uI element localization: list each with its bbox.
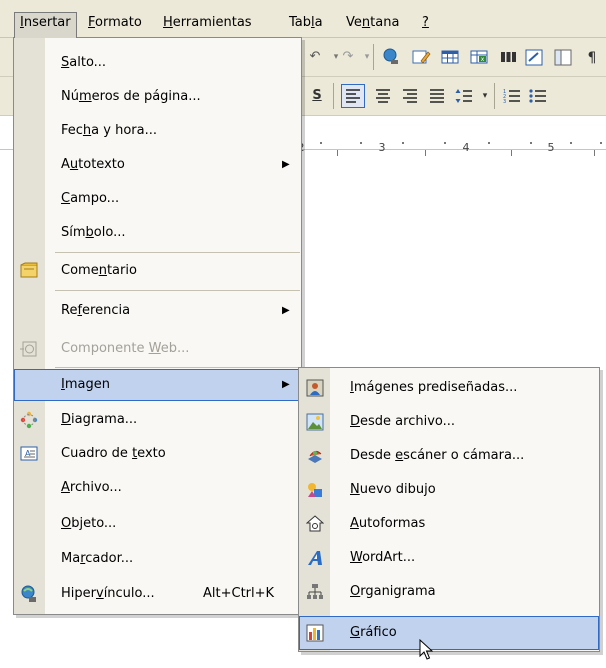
menu-item-simbolo[interactable]: Símbolo... [14,217,301,249]
menu-item-comentario[interactable]: Comentario [14,255,301,287]
scanner-camera-icon [306,447,324,465]
wordart-icon [306,549,324,567]
drawing-icon[interactable] [524,47,544,67]
menu-item-hipervinculo[interactable]: Hipervínculo... Alt+Ctrl+K [14,578,301,610]
menu-tabla[interactable]: Tabla [284,12,328,33]
ruler-label: 4 [462,141,470,154]
ruler-label: 5 [547,141,555,154]
menu-item-fecha-y-hora[interactable]: Fecha y hora... [14,115,301,147]
insert-excel-icon[interactable]: x [469,47,489,67]
submenu-item-desde-archivo[interactable]: Desde archivo... [299,405,599,439]
comment-icon [20,262,38,280]
show-hide-icon[interactable]: ¶ [582,47,602,67]
insert-menu: Salto... Números de página... Fecha y ho… [13,37,302,615]
clipart-icon [306,379,324,397]
menu-item-campo[interactable]: Campo... [14,183,301,215]
document-map-icon[interactable] [553,47,573,67]
submenu-item-desde-escaner[interactable]: Desde escáner o cámara... [299,439,599,473]
submenu-arrow-icon: ▶ [282,159,290,170]
menu-item-diagrama[interactable]: Diagrama... [14,404,301,436]
menu-formato[interactable]: Formato [83,12,147,33]
hyperlink-toolbar-icon[interactable] [382,47,402,67]
hyperlink-icon [20,585,38,603]
autoshapes-icon [305,515,325,533]
menu-item-archivo[interactable]: Archivo... [14,472,301,504]
redo-dropdown-icon[interactable]: ▾ [357,47,377,67]
menu-ventana[interactable]: Ventana [341,12,404,33]
diagram-icon [20,411,38,429]
mouse-pointer-icon [419,638,434,661]
picture-file-icon [306,413,324,431]
menu-insertar[interactable]: Insertar [14,12,77,38]
numbering-icon[interactable]: 123 [502,86,522,106]
web-component-icon [20,340,38,358]
menu-item-objeto[interactable]: Objeto... [14,508,301,540]
submenu-item-nuevo-dibujo[interactable]: Nuevo dibujo [299,473,599,507]
menu-herramientas[interactable]: Herramientas [158,12,257,33]
svg-text:x: x [481,56,485,63]
menu-item-imagen[interactable]: Imagen ▶ [14,369,301,401]
underline-button[interactable]: S [307,86,327,106]
line-spacing-dropdown-icon[interactable]: ▾ [475,86,495,106]
justify-button[interactable] [427,86,447,106]
ruler-label: 3 [378,141,386,154]
submenu-item-wordart[interactable]: WordArt... [299,541,599,575]
org-chart-icon [306,583,324,601]
submenu-arrow-icon: ▶ [282,379,290,390]
svg-text:¶: ¶ [588,50,597,66]
insert-table-icon[interactable] [440,47,460,67]
submenu-arrow-icon: ▶ [282,305,290,316]
submenu-item-imagenes-predisenadas[interactable]: Imágenes prediseñadas... [299,371,599,405]
menu-item-numeros-de-pagina[interactable]: Números de página... [14,81,301,113]
svg-text:3: 3 [503,99,506,105]
submenu-item-autoformas[interactable]: Autoformas [299,507,599,541]
submenu-item-organigrama[interactable]: Organigrama [299,575,599,609]
menu-item-componente-web: Componente Web... [14,333,301,365]
textbox-icon: A [20,445,38,463]
chart-icon [306,624,324,642]
image-submenu: Imágenes prediseñadas... Desde archivo..… [298,367,600,652]
align-right-button[interactable] [400,86,420,106]
line-spacing-icon[interactable] [454,86,474,106]
menu-help[interactable]: ? [417,12,434,33]
menu-item-referencia[interactable]: Referencia ▶ [14,295,301,327]
menu-item-autotexto[interactable]: Autotexto ▶ [14,149,301,181]
redo-icon[interactable]: ↷ [338,47,358,67]
menu-bar: Insertar Formato Herramientas Tabla Vent… [0,0,606,38]
new-drawing-icon [306,481,324,499]
submenu-item-grafico[interactable]: Gráfico [299,616,599,650]
menu-item-salto[interactable]: Salto... [14,47,301,79]
menu-item-marcador[interactable]: Marcador... [14,543,301,575]
menu-item-cuadro-de-texto[interactable]: A Cuadro de texto [14,438,301,470]
align-left-button[interactable] [341,84,365,108]
hyperlink-shortcut: Alt+Ctrl+K [203,586,275,601]
tables-borders-icon[interactable] [411,47,431,67]
undo-icon[interactable]: ↶ [305,47,325,67]
bullets-icon[interactable] [528,86,548,106]
columns-icon[interactable] [498,47,518,67]
align-center-button[interactable] [373,86,393,106]
